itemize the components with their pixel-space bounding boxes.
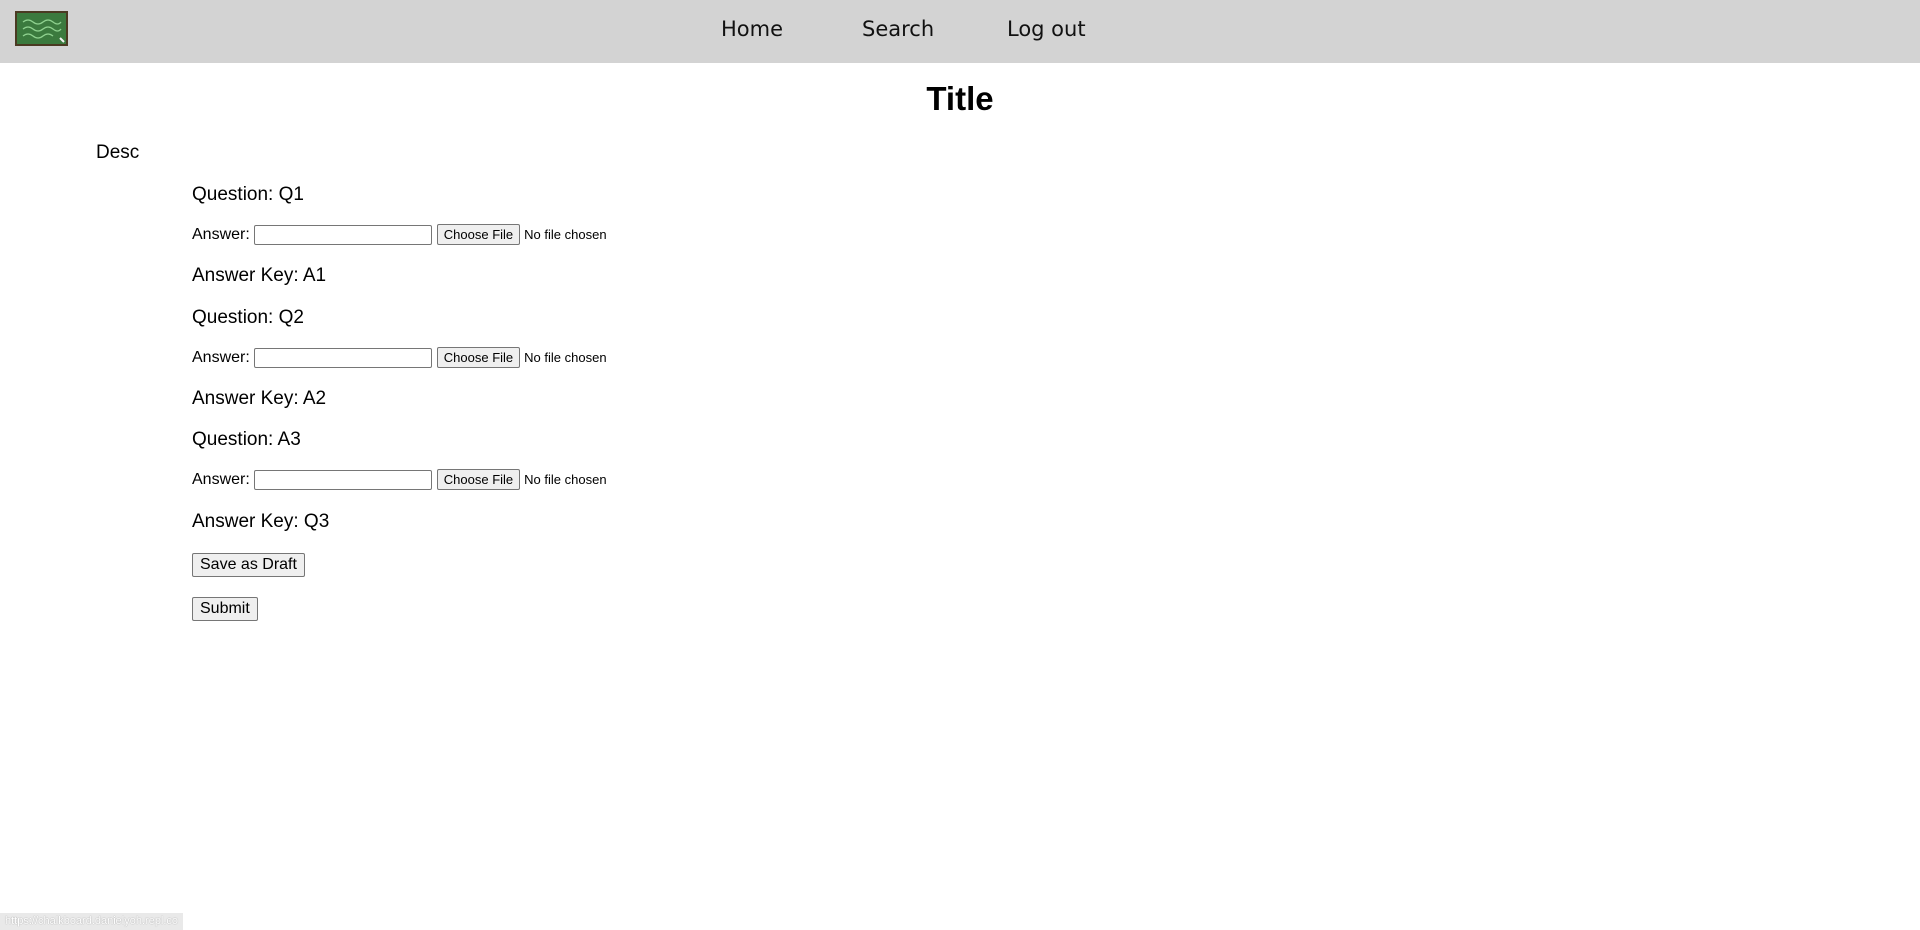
question-label: Question: Q2 [192, 307, 304, 329]
answer-key-text: Answer Key: A2 [192, 388, 327, 409]
save-draft-button[interactable]: Save as Draft [192, 553, 305, 577]
file-status: No file chosen [524, 472, 607, 487]
choose-file-button[interactable]: Choose File [436, 347, 521, 368]
answer-input[interactable] [253, 469, 432, 490]
answer-key: Answer Key: A1 [192, 265, 326, 287]
submit-button[interactable]: Submit [192, 597, 258, 621]
answer-key-text: Answer Key: Q3 [192, 511, 330, 532]
answer-input[interactable] [253, 347, 432, 368]
answer-input[interactable] [253, 224, 432, 245]
answer-row: Answer: Choose File No file chosen [192, 224, 607, 245]
page-description: Desc [96, 142, 140, 163]
file-status: No file chosen [524, 227, 607, 242]
question-text: Question: Q1 [192, 184, 304, 205]
answer-key: Answer Key: A2 [192, 388, 326, 410]
question-text: Question: Q2 [192, 307, 304, 328]
choose-file-button[interactable]: Choose File [436, 224, 521, 245]
nav-home-link[interactable]: Home [721, 17, 783, 41]
answer-key: Answer Key: Q3 [192, 511, 329, 533]
navbar: Home Search Log out [0, 0, 1920, 63]
answer-label: Answer: [192, 348, 250, 366]
answer-row: Answer: Choose File No file chosen [192, 469, 607, 490]
nav-links: Home Search Log out [0, 0, 1920, 63]
status-bar-url: https://chalkboard.danielyoh.repl.co [0, 913, 184, 930]
file-status: No file chosen [524, 350, 607, 365]
question-label: Question: Q1 [192, 184, 304, 206]
nav-search-link[interactable]: Search [862, 17, 934, 41]
page-title: Title [926, 80, 994, 117]
question-text: Question: A3 [192, 429, 301, 450]
question-label: Question: A3 [192, 429, 301, 451]
answer-label: Answer: [192, 470, 250, 488]
choose-file-button[interactable]: Choose File [436, 469, 521, 490]
answer-row: Answer: Choose File No file chosen [192, 347, 607, 368]
answer-key-text: Answer Key: A1 [192, 265, 327, 286]
answer-label: Answer: [192, 225, 250, 243]
nav-logout-link[interactable]: Log out [1007, 17, 1086, 41]
